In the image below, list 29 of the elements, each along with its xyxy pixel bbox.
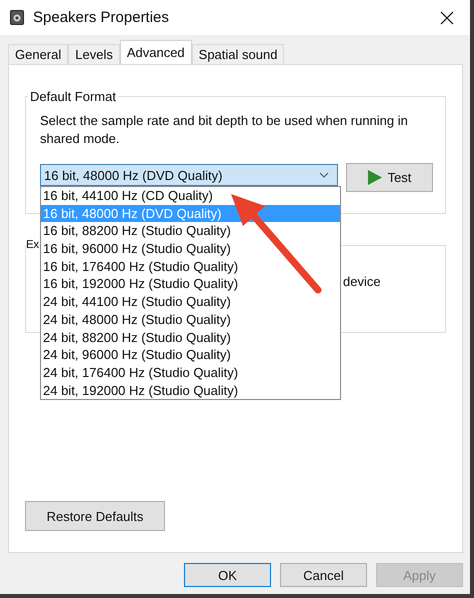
dropdown-option[interactable]: 24 bit, 48000 Hz (Studio Quality) [41, 310, 340, 328]
test-button[interactable]: Test [346, 163, 433, 192]
tab[interactable]: Advanced [120, 40, 192, 64]
tab[interactable]: General [8, 44, 68, 64]
dropdown-option[interactable]: 24 bit, 96000 Hz (Studio Quality) [41, 346, 340, 364]
play-icon [368, 170, 382, 185]
dropdown-option[interactable]: 16 bit, 88200 Hz (Studio Quality) [41, 222, 340, 240]
dialog-button[interactable]: OK [184, 563, 271, 587]
dropdown-option[interactable]: 16 bit, 96000 Hz (Studio Quality) [41, 240, 340, 258]
tab[interactable]: Spatial sound [192, 44, 284, 64]
dialog-button[interactable]: Cancel [280, 563, 367, 587]
group-label: Ex [26, 239, 39, 251]
window-title: Speakers Properties [33, 9, 170, 26]
speaker-icon [10, 10, 24, 25]
close-icon[interactable] [440, 10, 454, 24]
dropdown-option[interactable]: 24 bit, 176400 Hz (Studio Quality) [41, 364, 340, 382]
option-text: device [343, 274, 381, 289]
group-label: Default Format [29, 89, 117, 104]
dropdown-option[interactable]: 24 bit, 44100 Hz (Studio Quality) [41, 293, 340, 311]
dropdown-option[interactable]: 16 bit, 176400 Hz (Studio Quality) [41, 258, 340, 276]
restore-defaults-button[interactable]: Restore Defaults [25, 501, 165, 531]
dropdown-option[interactable]: 24 bit, 88200 Hz (Studio Quality) [41, 328, 340, 346]
description-text: Select the sample rate and bit depth to be used when running in shared mode. [40, 112, 409, 148]
dropdown-option[interactable]: 16 bit, 192000 Hz (Studio Quality) [41, 275, 340, 294]
tab[interactable]: Levels [68, 44, 120, 64]
format-dropdown[interactable]: 16 bit, 48000 Hz (DVD Quality) [40, 164, 338, 186]
dropdown-option[interactable]: 24 bit, 192000 Hz (Studio Quality) [41, 382, 340, 400]
chevron-icon [319, 172, 329, 178]
dropdown-option[interactable]: 16 bit, 44100 Hz (CD Quality) [41, 187, 340, 205]
